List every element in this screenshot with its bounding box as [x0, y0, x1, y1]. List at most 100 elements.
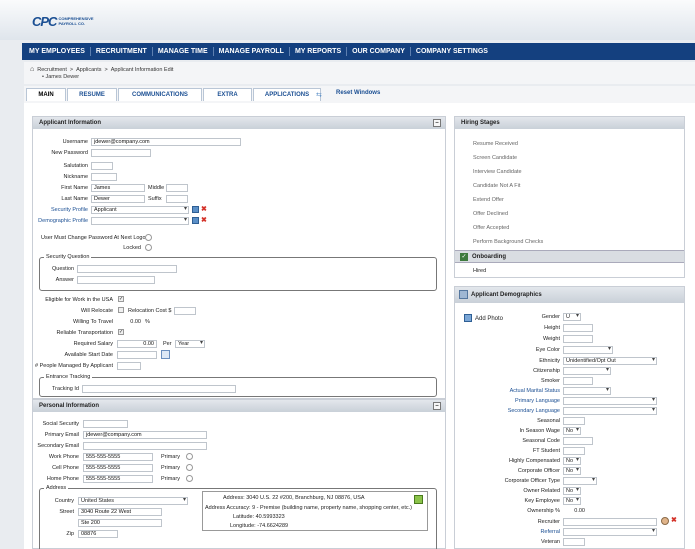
tab-main[interactable]: MAIN	[26, 88, 66, 101]
nav-my-reports[interactable]: MY REPORTS	[290, 47, 348, 56]
required-salary-input[interactable]: 0.00	[117, 340, 157, 348]
veteran-input[interactable]	[563, 538, 585, 546]
answer-input[interactable]	[77, 276, 155, 284]
relocation-cost-input[interactable]	[174, 307, 196, 315]
breadcrumb-recruitment[interactable]: Recruitment	[37, 67, 67, 73]
demographic-profile-label[interactable]: Demographic Profile	[33, 218, 88, 224]
collapse-button[interactable]: –	[433, 402, 441, 410]
weight-input[interactable]	[563, 335, 593, 343]
reset-windows-icon[interactable]: ⇆	[316, 91, 322, 99]
stage-item[interactable]: Resume Received	[473, 141, 518, 147]
new-password-input[interactable]	[91, 149, 151, 157]
middle-input[interactable]	[166, 184, 188, 192]
first-name-input[interactable]: James	[91, 184, 145, 192]
recruiter-input[interactable]	[563, 518, 657, 526]
zip-input[interactable]: 08876	[78, 530, 118, 538]
add-photo-icon[interactable]	[464, 314, 472, 322]
suffix-input[interactable]	[166, 195, 188, 203]
person-icon[interactable]	[661, 517, 669, 525]
citizenship-select[interactable]	[563, 367, 611, 375]
tab-communications[interactable]: COMMUNICATIONS	[118, 88, 202, 101]
eligible-checkbox[interactable]: ✓	[118, 296, 124, 302]
tab-applications[interactable]: APPLICATIONS	[253, 88, 321, 101]
corp-officer-type-select[interactable]	[563, 477, 597, 485]
ownership-value[interactable]: 0.00	[563, 508, 585, 514]
nickname-input[interactable]	[91, 173, 117, 181]
tab-resume[interactable]: RESUME	[67, 88, 117, 101]
marital-label[interactable]: Actual Marital Status	[485, 388, 560, 394]
work-phone-primary-radio[interactable]	[186, 453, 193, 460]
marital-select[interactable]	[563, 387, 611, 395]
primary-language-select[interactable]	[563, 397, 657, 405]
username-input[interactable]: jdewer@company.com	[91, 138, 241, 146]
collapse-button[interactable]: –	[433, 119, 441, 127]
stage-item[interactable]: Candidate Not A Fit	[473, 183, 520, 189]
clear-icon[interactable]: ✖	[671, 517, 677, 524]
breadcrumb-applicants[interactable]: Applicants	[76, 67, 101, 73]
stage-item[interactable]: Extend Offer	[473, 197, 504, 203]
height-input[interactable]	[563, 324, 593, 332]
stage-item[interactable]: Offer Declined	[473, 211, 508, 217]
calendar-icon[interactable]	[161, 350, 170, 359]
owner-related-select[interactable]: No	[563, 487, 581, 495]
ethnicity-select[interactable]: Unidentified/Opt Out	[563, 357, 657, 365]
secondary-language-label[interactable]: Secondary Language	[485, 408, 560, 414]
stage-item[interactable]: Offer Accepted	[473, 225, 509, 231]
company-logo[interactable]: CPC COMPREHENSIVE PAYROLL CO.	[32, 14, 94, 29]
smoker-input[interactable]	[563, 377, 593, 385]
stage-item[interactable]: Interview Candidate	[473, 169, 522, 175]
ssn-input[interactable]	[83, 420, 128, 428]
nav-manage-time[interactable]: MANAGE TIME	[153, 47, 214, 56]
will-relocate-checkbox[interactable]	[118, 307, 124, 313]
secondary-email-input[interactable]	[83, 442, 207, 450]
willing-travel-value[interactable]: 0.00	[117, 319, 141, 325]
clear-icon[interactable]: ✖	[201, 206, 207, 213]
cell-phone-input[interactable]: 555-555-5555	[83, 464, 153, 472]
street-input[interactable]: 3040 Route 22 West	[78, 508, 162, 516]
people-managed-input[interactable]	[117, 362, 141, 370]
highly-comp-select[interactable]: No	[563, 457, 581, 465]
ft-student-input[interactable]	[563, 447, 585, 455]
gender-select[interactable]: U	[563, 313, 581, 321]
nav-recruitment[interactable]: RECRUITMENT	[91, 47, 153, 56]
corp-officer-select[interactable]: No	[563, 467, 581, 475]
work-phone-input[interactable]: 555-555-5555	[83, 453, 153, 461]
nav-our-company[interactable]: OUR COMPANY	[347, 47, 411, 56]
current-stage-row[interactable]: ✓ Onboarding	[455, 250, 684, 263]
stage-hired[interactable]: Hired	[473, 268, 486, 274]
cell-phone-primary-radio[interactable]	[186, 464, 193, 471]
salutation-input[interactable]	[91, 162, 113, 170]
reliable-transport-checkbox[interactable]: ✓	[118, 329, 124, 335]
in-season-wage-select[interactable]: No	[563, 427, 581, 435]
nav-manage-payroll[interactable]: MANAGE PAYROLL	[214, 47, 290, 56]
last-name-input[interactable]: Dewer	[91, 195, 145, 203]
stage-item[interactable]: Perform Background Checks	[473, 239, 543, 245]
home-phone-input[interactable]: 555-555-5555	[83, 475, 153, 483]
edit-icon[interactable]	[192, 206, 199, 213]
country-select[interactable]: United States	[78, 497, 188, 505]
tracking-id-input[interactable]	[82, 385, 236, 393]
demographic-profile-select[interactable]	[91, 217, 189, 225]
question-input[interactable]	[77, 265, 177, 273]
referral-label[interactable]: Referral	[485, 529, 560, 535]
key-employee-select[interactable]: No	[563, 497, 581, 505]
referral-select[interactable]	[563, 528, 657, 536]
security-profile-select[interactable]: Applicant	[91, 206, 189, 214]
reset-windows-link[interactable]: Reset Windows	[336, 90, 380, 96]
security-profile-label[interactable]: Security Profile	[37, 207, 88, 213]
clear-icon[interactable]: ✖	[201, 217, 207, 224]
primary-email-input[interactable]: jdewer@company.com	[83, 431, 207, 439]
map-icon[interactable]	[414, 495, 423, 504]
eye-color-select[interactable]	[563, 346, 613, 354]
nav-company-settings[interactable]: COMPANY SETTINGS	[411, 47, 493, 56]
street2-input[interactable]: Ste 200	[78, 519, 162, 527]
primary-language-label[interactable]: Primary Language	[485, 398, 560, 404]
stage-item[interactable]: Screen Candidate	[473, 155, 517, 161]
nav-my-employees[interactable]: MY EMPLOYEES	[22, 47, 91, 56]
per-select[interactable]: Year	[175, 340, 205, 348]
start-date-input[interactable]	[117, 351, 157, 359]
home-icon[interactable]: ⌂	[30, 66, 34, 73]
seasonal-input[interactable]	[563, 417, 585, 425]
locked-toggle[interactable]	[145, 244, 152, 251]
seasonal-code-input[interactable]	[563, 437, 593, 445]
